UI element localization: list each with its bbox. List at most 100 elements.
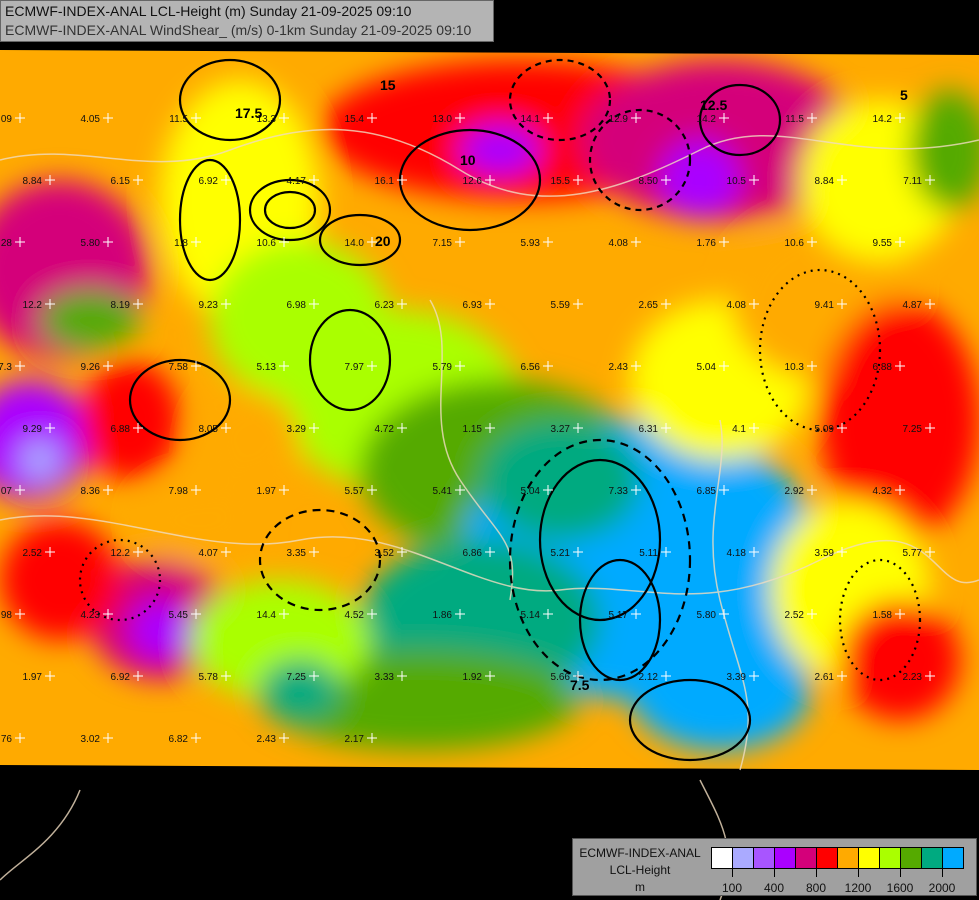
station-value: 4.18 [727,548,747,559]
legend-swatch [943,848,963,868]
legend-swatch [838,848,859,868]
contour-label: 20 [375,233,391,249]
station-value: 6.85 [697,486,717,497]
station-value: 7.11 [903,176,922,187]
station-value: 4.09 [0,114,12,125]
legend-swatch [754,848,775,868]
station-value: 6.88 [873,362,893,373]
station-value: 14.2 [697,114,717,125]
legend-text: ECMWF-INDEX-ANAL LCL-Height m [577,845,703,896]
station-value: 2.43 [609,362,629,373]
station-value: 5.59 [551,300,571,311]
station-value: 10.3 [785,362,805,373]
station-value: 14.4 [257,610,277,621]
station-value: 4.87 [903,300,923,311]
station-value: 6.86 [463,548,483,559]
field-region [630,630,810,750]
legend-ticks: 100 400 800 1200 1600 2000 [711,869,965,899]
station-value: 7.15 [433,238,453,249]
station-value: 7.58 [169,362,189,373]
station-value: 6.88 [111,424,131,435]
legend-swatch [922,848,943,868]
station-value: 5.41 [433,486,453,497]
field-region [20,440,60,480]
station-value: 8.05 [199,424,219,435]
station-value: 2.61 [815,672,835,683]
legend-tick-label: 100 [721,881,743,895]
station-value: 13.0 [433,114,453,125]
station-value: 6.15 [111,176,131,187]
station-value: 6.93 [463,300,483,311]
station-value: 4.05 [81,114,101,125]
contour-label: 5 [900,87,908,103]
station-value: 12.2 [111,548,131,559]
legend-tick [942,869,943,877]
station-value: 8.36 [81,486,101,497]
legend-tick [900,869,901,877]
station-value: 5.79 [433,362,453,373]
station-value: 4.52 [345,610,365,621]
station-value: 3.35 [287,548,307,559]
station-value: 9.07 [0,486,12,497]
station-value: 3.29 [287,424,307,435]
station-value: 3.59 [815,548,835,559]
legend-swatch [901,848,922,868]
legend-swatch [859,848,880,868]
station-value: 5.13 [257,362,277,373]
station-value: 6.23 [375,300,395,311]
station-value: 2.12 [639,672,659,683]
station-value: 9.41 [815,300,835,311]
station-value: 10.5 [727,176,747,187]
station-value: 8.19 [111,300,131,311]
legend-swatch [775,848,796,868]
legend-color-bar [711,847,964,869]
station-value: 2.17 [345,734,365,745]
legend-model: ECMWF-INDEX-ANAL [579,846,701,860]
station-value: 6.98 [287,300,307,311]
contour-label: 17.5 [235,105,262,121]
station-value: 5.04 [697,362,717,373]
field-region [260,660,340,720]
station-value: 4.23 [81,610,101,621]
station-value: 1.97 [257,486,277,497]
station-value: 5.45 [169,610,189,621]
station-value: 5.77 [903,548,923,559]
legend-tick-label: 1600 [886,881,914,895]
station-value: 2.23 [903,672,923,683]
field-region [200,390,300,490]
station-value: 8.50 [639,176,659,187]
station-value: 3.52 [375,548,395,559]
station-value: 4.08 [727,300,747,311]
station-value: 3.39 [727,672,747,683]
station-value: 16.1 [375,176,395,187]
legend-tick-label: 2000 [928,881,956,895]
station-value: 10.6 [785,238,805,249]
station-value: 7.98 [169,486,189,497]
field-region [80,360,180,480]
station-value: 1.92 [463,672,483,683]
station-value: 2.43 [257,734,277,745]
station-value: 2.92 [785,486,805,497]
station-value: 1.86 [433,610,453,621]
station-value: 4.32 [873,486,893,497]
station-value: 5.17 [609,610,629,621]
station-value: 12.9 [609,114,629,125]
station-value: 11.5 [169,114,188,125]
map-title: ECMWF-INDEX-ANAL LCL-Height (m) Sunday 2… [0,0,494,42]
station-value: 4.72 [375,424,395,435]
station-value: 8.84 [815,176,835,187]
field-region [130,600,190,660]
title-wind-shear: ECMWF-INDEX-ANAL WindShear_ (m/s) 0-1km … [5,22,472,38]
station-value: 9.26 [81,362,101,373]
legend-tick [816,869,817,877]
legend-swatch [712,848,733,868]
station-value: 9.29 [23,424,43,435]
legend-tick [774,869,775,877]
station-value: 5.93 [521,238,541,249]
station-value: 3.27 [551,424,571,435]
station-value: 3.33 [375,672,395,683]
station-value: 10.6 [257,238,277,249]
legend-swatch [733,848,754,868]
station-value: 4.07 [199,548,219,559]
field-region [40,290,140,350]
